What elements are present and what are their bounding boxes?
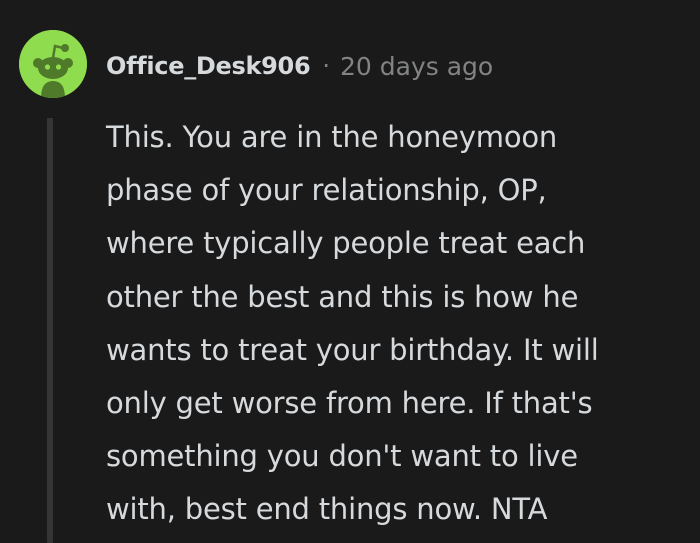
comment-body-line: other the best and this is how he [106, 279, 579, 314]
comment-timestamp[interactable]: 20 days ago [340, 52, 493, 81]
comment-body-line: wants to treat your birthday. It will [106, 332, 599, 367]
comment-body-line: only get worse from here. If that's [106, 386, 593, 421]
author-username[interactable]: Office_Desk906 [106, 52, 311, 80]
thread-collapse-line[interactable] [47, 118, 53, 543]
comment-body-line: where typically people treat each [106, 226, 586, 261]
comment-body-line: with, best end things now. NTA [106, 492, 548, 527]
user-avatar[interactable] [19, 30, 87, 98]
comment-body: This. You are in the honeymoon phase of … [106, 111, 676, 537]
comment-card: Office_Desk906 · 20 days ago This. You a… [0, 0, 700, 543]
comment-meta: Office_Desk906 · 20 days ago [106, 46, 493, 86]
snoo-avatar-icon [19, 30, 87, 98]
meta-separator: · [322, 52, 330, 80]
comment-body-line: This. You are in the honeymoon [106, 120, 558, 154]
comment-body-line: something you don't want to live [106, 439, 578, 474]
comment-body-line: phase of your relationship, OP, [106, 173, 547, 208]
